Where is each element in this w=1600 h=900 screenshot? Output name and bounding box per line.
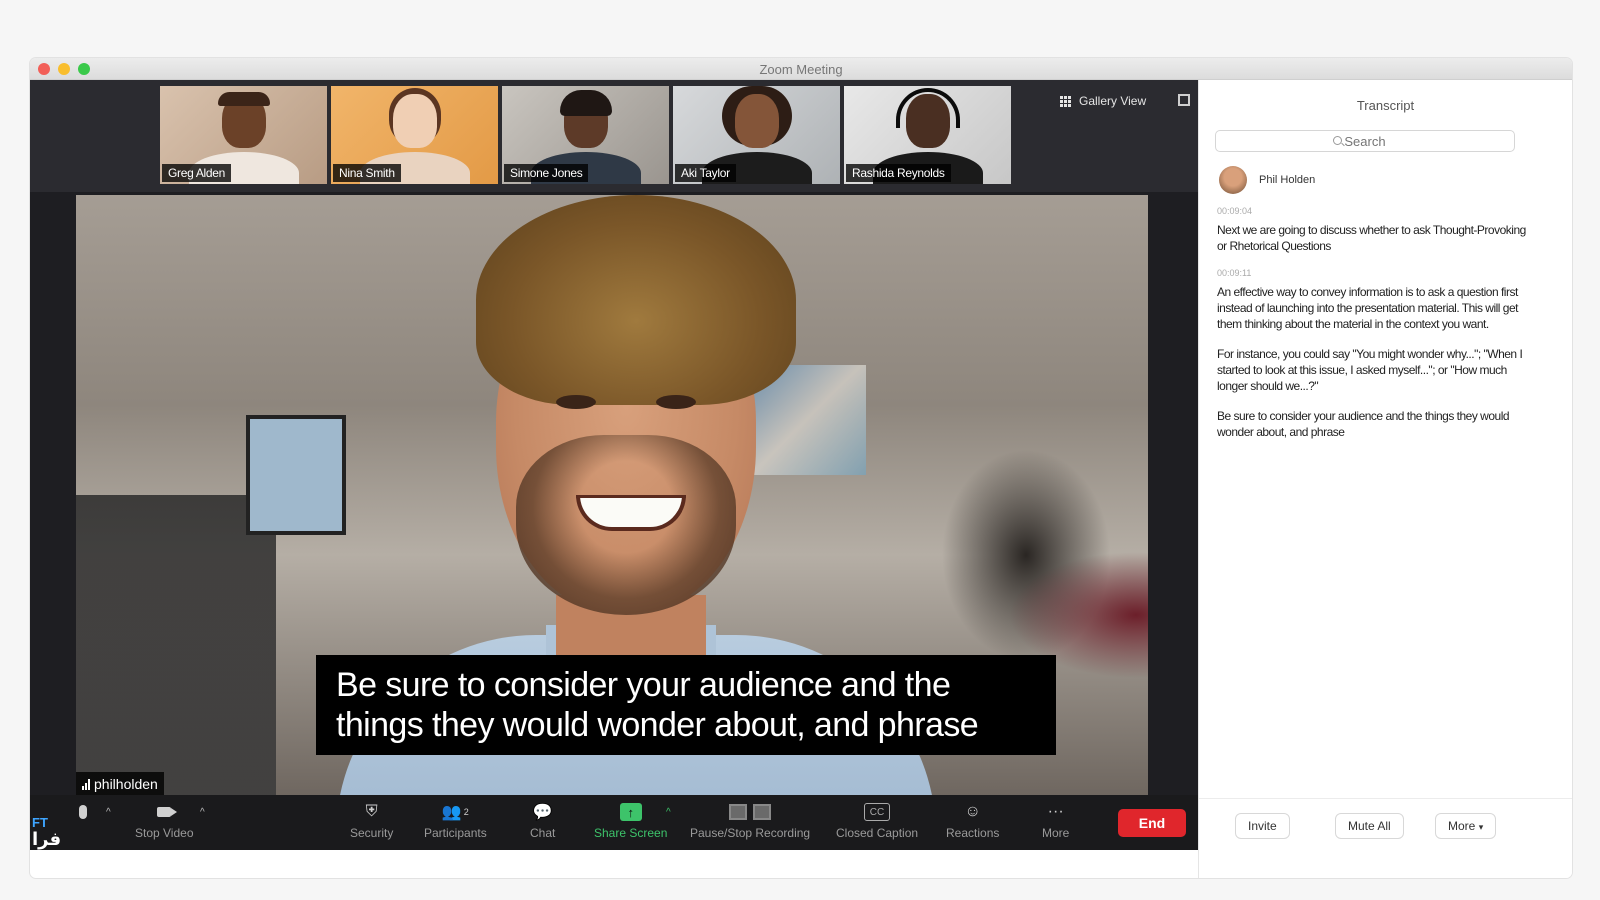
participants-button[interactable]: 👥 2 Participants: [424, 803, 487, 840]
shield-icon: ⛨: [365, 803, 378, 820]
participants-icon: 👥 2: [441, 804, 469, 821]
participant-name: Greg Alden: [162, 164, 232, 182]
search-icon: [1333, 136, 1342, 145]
smiley-icon: ☺: [964, 803, 981, 820]
participant-head: [734, 94, 779, 148]
more-options-button[interactable]: More ▾: [1435, 813, 1497, 839]
watermark-logo: FT فرا: [32, 815, 62, 849]
video-options-chevron-icon[interactable]: ^: [200, 807, 205, 818]
share-screen-label: Share Screen: [594, 826, 668, 840]
closed-caption-icon: CC: [864, 803, 891, 821]
security-label: Security: [350, 826, 394, 840]
reactions-label: Reactions: [946, 826, 1000, 840]
meeting-area: Greg Alden Nina Smith Simone Jones Aki T…: [30, 80, 1198, 850]
participant-name: Aki Taylor: [675, 164, 736, 182]
closed-caption-label: Closed Caption: [836, 826, 919, 840]
speaker-name: philholden: [94, 776, 158, 792]
participant-tile[interactable]: Simone Jones: [502, 86, 669, 184]
transcript-speaker-name: Phil Holden: [1259, 174, 1316, 186]
reactions-button[interactable]: ☺ Reactions: [946, 803, 999, 840]
speaker-hair: [476, 195, 796, 405]
participant-head: [392, 94, 437, 148]
chat-label: Chat: [530, 826, 556, 840]
transcript-panel: Transcript Phil Holden 00:09:04 Next we …: [1198, 80, 1572, 878]
security-button[interactable]: ⛨ Security: [350, 803, 393, 840]
participant-name: Nina Smith: [333, 164, 401, 182]
transcript-text: Be sure to consider your audience and th…: [1217, 409, 1510, 439]
share-arrow-icon: ↑: [619, 803, 642, 821]
more-options-label: More: [1448, 819, 1476, 833]
transcript-entry: 00:09:04 Next we are going to discuss wh…: [1217, 206, 1537, 254]
video-camera-icon: [153, 803, 178, 821]
participant-name: Rashida Reynolds: [846, 164, 951, 182]
transcript-text: For instance, you could say "You might w…: [1217, 347, 1523, 393]
gallery-strip: Greg Alden Nina Smith Simone Jones Aki T…: [30, 80, 1198, 192]
participant-tile[interactable]: Rashida Reynolds: [844, 86, 1011, 184]
microphone-icon: [72, 803, 94, 821]
closed-caption-overlay: Be sure to consider your audience and th…: [316, 655, 1056, 755]
transcript-entry: 00:09:11 An effective way to convey info…: [1217, 268, 1537, 332]
transcript-footer: Invite Mute All More ▾: [1199, 798, 1572, 850]
ellipsis-icon: ···: [1047, 803, 1064, 820]
speaker-eye: [556, 395, 596, 409]
transcript-entry: For instance, you could say "You might w…: [1217, 346, 1537, 394]
end-meeting-button[interactable]: End: [1118, 809, 1186, 837]
active-speaker-video: Be sure to consider your audience and th…: [76, 195, 1148, 795]
transcript-timestamp: 00:09:04: [1217, 206, 1253, 216]
transcript-title: Transcript: [1356, 98, 1415, 113]
caption-line: things they would wonder about, and phra…: [336, 706, 979, 744]
watermark-line: فرا: [32, 829, 62, 849]
share-options-chevron-icon[interactable]: ^: [666, 807, 671, 818]
headset-icon: [895, 88, 960, 128]
participants-label: Participants: [424, 826, 487, 840]
window-title: Zoom Meeting: [759, 62, 843, 77]
speaker-eye: [656, 395, 696, 409]
more-label: More: [1042, 826, 1070, 840]
signal-strength-icon: [82, 778, 90, 790]
avatar: [1219, 166, 1247, 194]
chat-bubble-icon: 💬: [532, 804, 553, 821]
participant-hair: [559, 90, 612, 116]
transcript-entry: Be sure to consider your audience and th…: [1217, 408, 1537, 440]
share-screen-button[interactable]: ↑ Share Screen: [594, 803, 667, 840]
fullscreen-icon[interactable]: [1178, 94, 1190, 106]
transcript-text: Next we are going to discuss whether to …: [1217, 223, 1526, 253]
background-desk: [76, 495, 276, 795]
transcript-search-input[interactable]: [1215, 130, 1515, 152]
participant-hair: [217, 92, 270, 106]
participant-name: Simone Jones: [504, 164, 589, 182]
zoom-window: Zoom Meeting Greg Alden Nina Smith Simon…: [30, 58, 1572, 878]
mute-button[interactable]: [72, 803, 94, 821]
grid-icon: [1060, 95, 1071, 107]
mute-all-button[interactable]: Mute All: [1335, 813, 1404, 839]
recording-label: Pause/Stop Recording: [690, 826, 811, 840]
background-monitor: [246, 415, 346, 535]
participant-tile[interactable]: Nina Smith: [331, 86, 498, 184]
speaker-name-tag: philholden: [76, 772, 164, 796]
chat-button[interactable]: 💬 Chat: [530, 803, 555, 840]
transcript-entries: 00:09:04 Next we are going to discuss wh…: [1217, 206, 1537, 454]
gallery-view-button[interactable]: Gallery View: [1060, 94, 1146, 108]
stop-video-button[interactable]: Stop Video: [135, 803, 194, 840]
chevron-down-icon: ▾: [1478, 822, 1484, 832]
audio-options-chevron-icon[interactable]: ^: [106, 807, 111, 818]
participants-count: 2: [463, 807, 469, 817]
transcript-text: An effective way to convey information i…: [1217, 285, 1518, 331]
pause-stop-icon: [726, 803, 774, 821]
meeting-toolbar: FT فرا ^ Stop Video ^ ⛨ Security 👥 2 Part…: [30, 795, 1198, 850]
pause-stop-recording-button[interactable]: Pause/Stop Recording: [690, 803, 810, 840]
title-bar: Zoom Meeting: [30, 58, 1572, 80]
closed-caption-button[interactable]: CC Closed Caption: [836, 803, 918, 840]
caption-line: Be sure to consider your audience and th…: [336, 666, 951, 704]
gallery-view-label: Gallery View: [1079, 94, 1147, 108]
stop-video-label: Stop Video: [135, 826, 194, 840]
invite-button[interactable]: Invite: [1235, 813, 1290, 839]
more-button[interactable]: ··· More: [1042, 803, 1069, 840]
participant-tile[interactable]: Aki Taylor: [673, 86, 840, 184]
participant-thumbnails: Greg Alden Nina Smith Simone Jones Aki T…: [160, 86, 1011, 184]
participant-tile[interactable]: Greg Alden: [160, 86, 327, 184]
transcript-timestamp: 00:09:11: [1217, 268, 1252, 278]
